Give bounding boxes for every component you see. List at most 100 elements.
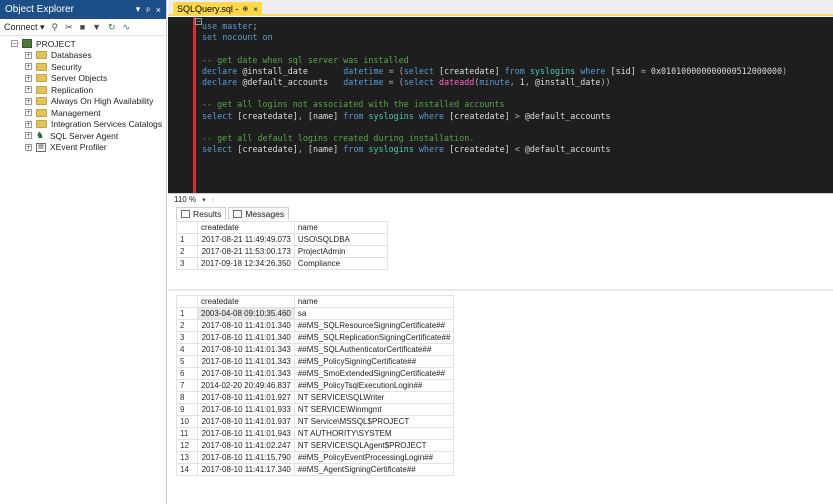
expand-icon[interactable]: + <box>25 74 32 82</box>
code-line[interactable]: declare @install_date datetime = (select… <box>202 66 787 77</box>
results-grid-2[interactable]: createdate name 1 2003-04-08 09:10:35.460… <box>176 295 455 476</box>
tree-node-replication[interactable]: + Replication <box>0 84 166 96</box>
close-icon[interactable]: × <box>156 5 161 15</box>
close-tab-icon[interactable]: × <box>253 5 258 14</box>
createdate-cell[interactable]: 2017-08-10 11:41:17.340 <box>197 463 295 476</box>
row-number-cell[interactable]: 4 <box>176 343 198 356</box>
name-cell[interactable]: ProjectAdmin <box>293 245 388 258</box>
createdate-cell[interactable]: 2017-08-10 11:41:01.343 <box>197 367 295 380</box>
expand-icon[interactable]: + <box>25 63 32 71</box>
code-line[interactable]: -- get all default logins created during… <box>202 133 474 144</box>
refresh-icon[interactable]: ↻ <box>108 22 116 33</box>
tree-node-xevent-profiler[interactable]: + ▤ XEvent Profiler <box>0 142 166 154</box>
tree-node-sql-server-agent[interactable]: + ♞ SQL Server Agent <box>0 130 166 142</box>
table-row[interactable]: 2 2017-08-10 11:41:01.340 ##MS_SQLResource… <box>176 319 455 332</box>
table-row[interactable]: 12 2017-08-10 11:41:02.247 NT SERVICE\SQLA… <box>176 439 455 452</box>
scroll-left-icon[interactable]: ‹ <box>212 195 215 204</box>
column-header-name[interactable]: name <box>293 221 388 234</box>
row-number-cell[interactable]: 6 <box>176 367 198 380</box>
code-line[interactable]: select [createdate], [name] from syslogi… <box>202 111 611 122</box>
dropdown-icon[interactable]: ▾ <box>136 4 141 15</box>
tree-node-server-objects[interactable]: + Server Objects <box>0 73 166 85</box>
name-cell[interactable]: NT SERVICE\SQLAgent$PROJECT <box>293 439 455 452</box>
table-row[interactable]: 10 2017-08-10 11:41:01.937 NT Service\MSSQ… <box>176 415 455 428</box>
row-number-cell[interactable]: 3 <box>176 331 198 344</box>
tree-node-management[interactable]: + Management <box>0 107 166 119</box>
table-row[interactable]: 1 2017-08-21 11:49:49.073 USO\SQLDBA <box>176 233 388 246</box>
collapse-icon[interactable]: − <box>11 40 18 48</box>
tab-messages[interactable]: Messages <box>228 207 290 220</box>
zoom-level[interactable]: 110 % <box>174 195 196 204</box>
name-cell[interactable]: USO\SQLDBA <box>293 233 388 246</box>
pin-icon[interactable]: ᵖ <box>146 5 149 15</box>
row-number-cell[interactable]: 12 <box>176 439 198 452</box>
name-cell[interactable]: ##MS_SQLReplicationSigningCertificate## <box>293 331 455 344</box>
name-cell[interactable]: ##MS_PolicyTsqlExecutionLogin## <box>293 379 455 392</box>
connect-object-icon[interactable]: ⚲ <box>52 22 59 33</box>
createdate-cell[interactable]: 2017-08-10 11:41:01.340 <box>197 319 295 332</box>
disconnect-icon[interactable]: ✂ <box>65 22 73 33</box>
tree-node-security[interactable]: + Security <box>0 61 166 73</box>
name-cell[interactable]: sa <box>293 307 455 320</box>
column-header-name[interactable]: name <box>293 295 455 308</box>
results-grid-1[interactable]: createdate name 1 2017-08-21 11:49:49.073… <box>176 221 388 270</box>
expand-icon[interactable]: + <box>25 86 32 94</box>
table-row[interactable]: 6 2017-08-10 11:41:01.343 ##MS_SmoExtended… <box>176 367 455 380</box>
expand-icon[interactable]: + <box>25 51 32 59</box>
expand-icon[interactable]: + <box>25 109 32 117</box>
row-number-cell[interactable]: 2 <box>176 245 198 258</box>
name-cell[interactable]: ##MS_PolicyEventProcessingLogin## <box>293 451 455 464</box>
table-row[interactable]: 4 2017-08-10 11:41:01.343 ##MS_SQLAuthenti… <box>176 343 455 356</box>
name-cell[interactable]: NT SERVICE\SQLWriter <box>293 391 455 404</box>
row-number-cell[interactable]: 10 <box>176 415 198 428</box>
tree-node-always-on[interactable]: + Always On High Availability <box>0 96 166 108</box>
createdate-cell[interactable]: 2017-08-21 11:53:00.173 <box>197 245 295 258</box>
expand-icon[interactable]: + <box>25 97 32 105</box>
expand-icon[interactable]: + <box>25 143 32 151</box>
name-cell[interactable]: ##MS_PolicySigningCertificate## <box>293 355 455 368</box>
createdate-cell[interactable]: 2017-08-10 11:41:01.933 <box>197 403 295 416</box>
expand-icon[interactable]: + <box>25 132 32 140</box>
tree-node-databases[interactable]: + Databases <box>0 50 166 62</box>
name-cell[interactable]: NT Service\MSSQL$PROJECT <box>293 415 455 428</box>
table-row[interactable]: 5 2017-08-10 11:41:01.343 ##MS_PolicySigni… <box>176 355 455 368</box>
table-row[interactable]: 2 2017-08-21 11:53:00.173 ProjectAdmin <box>176 245 388 258</box>
createdate-cell[interactable]: 2017-08-10 11:41:01.343 <box>197 355 295 368</box>
createdate-cell[interactable]: 2017-08-10 11:41:01.340 <box>197 331 295 344</box>
table-row[interactable]: 1 2003-04-08 09:10:35.460 sa <box>176 307 455 320</box>
row-number-cell[interactable]: 5 <box>176 355 198 368</box>
column-header-createdate[interactable]: createdate <box>197 221 295 234</box>
row-number-cell[interactable]: 9 <box>176 403 198 416</box>
createdate-cell[interactable]: 2017-08-21 11:49:49.073 <box>197 233 295 246</box>
table-row[interactable]: 3 2017-08-10 11:41:01.340 ##MS_SQLReplicat… <box>176 331 455 344</box>
code-line[interactable]: -- get all logins not associated with th… <box>202 99 505 110</box>
row-number-cell[interactable]: 13 <box>176 451 198 464</box>
table-row[interactable]: 3 2017-09-18 12:34:26.350 Compliance <box>176 257 388 270</box>
row-number-cell[interactable]: 1 <box>176 233 198 246</box>
row-number-cell[interactable]: 1 <box>176 307 198 320</box>
row-number-cell[interactable]: 14 <box>176 463 198 476</box>
name-cell[interactable]: ##MS_SmoExtendedSigningCertificate## <box>293 367 455 380</box>
column-header-createdate[interactable]: createdate <box>197 295 295 308</box>
createdate-cell[interactable]: 2014-02-20 20:49:46.837 <box>197 379 295 392</box>
code-line[interactable]: -- get date when sql server was installe… <box>202 55 409 66</box>
tree-node-integration-services[interactable]: + Integration Services Catalogs <box>0 119 166 131</box>
row-number-cell[interactable]: 2 <box>176 319 198 332</box>
activity-icon[interactable]: ∿ <box>123 22 131 33</box>
createdate-cell[interactable]: 2017-08-10 11:41:15.790 <box>197 451 295 464</box>
row-number-cell[interactable]: 8 <box>176 391 198 404</box>
row-number-cell[interactable]: 11 <box>176 427 198 440</box>
table-row[interactable]: 9 2017-08-10 11:41:01.933 NT SERVICE\Winmg… <box>176 403 455 416</box>
tree-node-root[interactable]: − PROJECT <box>0 38 166 50</box>
name-cell[interactable]: Compliance <box>293 257 388 270</box>
name-cell[interactable]: ##MS_AgentSigningCertificate## <box>293 463 455 476</box>
connect-button[interactable]: Connect ▾ <box>4 22 45 33</box>
zoom-dropdown-icon[interactable]: ▾ <box>202 196 206 204</box>
code-line[interactable]: use master; <box>202 21 258 32</box>
query-editor[interactable]: − use master; set nocount on -- get date w… <box>168 17 833 193</box>
filter-icon[interactable]: ▼ <box>92 22 101 32</box>
collapse-region-icon[interactable]: − <box>195 18 202 25</box>
pin-tab-icon[interactable]: ⊕ <box>242 5 248 13</box>
table-row[interactable]: 7 2014-02-20 20:49:46.837 ##MS_PolicyTsqlE… <box>176 379 455 392</box>
tab-results[interactable]: Results <box>176 207 227 220</box>
